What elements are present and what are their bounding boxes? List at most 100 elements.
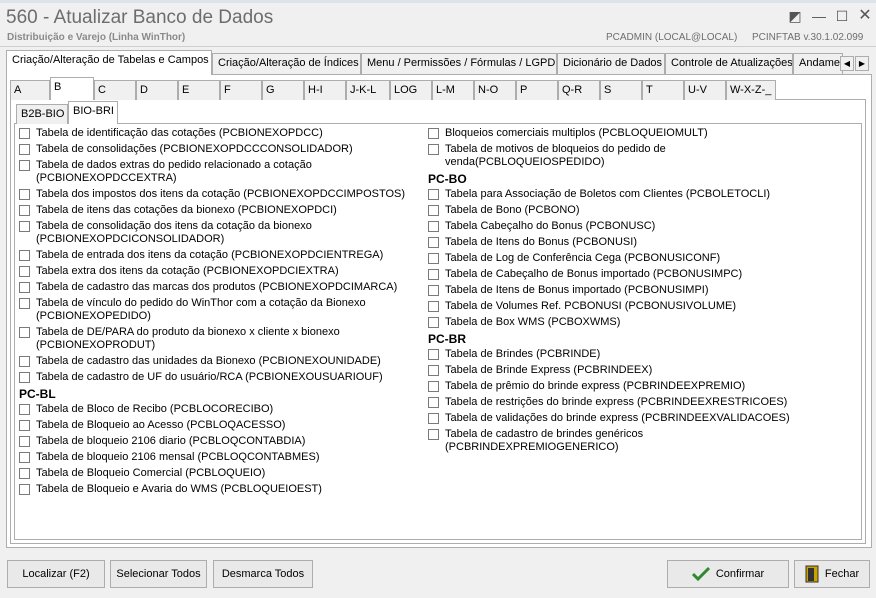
tab-letter-j-k-l[interactable]: J-K-L [346, 80, 390, 100]
checkbox[interactable] [428, 349, 439, 360]
list-item[interactable]: Tabela de Cabeçalho de Bonus importado (… [428, 268, 848, 281]
checkbox[interactable] [19, 189, 30, 200]
localizar-button[interactable]: Localizar (F2) [7, 560, 105, 588]
list-item[interactable]: Tabela de bloqueio 2106 mensal (PCBLOQCO… [19, 451, 419, 464]
checkbox[interactable] [428, 221, 439, 232]
checkbox[interactable] [428, 253, 439, 264]
checkbox[interactable] [19, 221, 30, 232]
list-item[interactable]: Tabela de DE/PARA do produto da bionexo … [19, 326, 419, 352]
checkbox[interactable] [19, 250, 30, 261]
tab-letter-l-m[interactable]: L-M [432, 80, 474, 100]
selecionar-todos-button[interactable]: Selecionar Todos [110, 560, 207, 588]
tab-controle-atualizacoes[interactable]: Controle de Atualizações [665, 53, 793, 74]
checkbox[interactable] [19, 452, 30, 463]
fechar-button[interactable]: Fechar [794, 560, 870, 588]
list-item[interactable]: Tabela de Brindes (PCBRINDE) [428, 348, 848, 361]
close-icon[interactable]: ✕ [856, 8, 874, 24]
tab-letter-g[interactable]: G [262, 80, 304, 100]
list-item[interactable]: Tabela de cadastro de UF do usuário/RCA … [19, 371, 419, 384]
list-item[interactable]: Tabela de restrições do brinde express (… [428, 396, 848, 409]
checkbox[interactable] [19, 484, 30, 495]
restore-icon[interactable]: ◩ [786, 8, 804, 24]
list-item[interactable]: Tabela de Bloqueio e Avaria do WMS (PCBL… [19, 483, 419, 496]
tab-letter-f[interactable]: F [220, 80, 262, 100]
checkbox[interactable] [428, 205, 439, 216]
list-item[interactable]: Tabela de motivos de bloqueios do pedido… [428, 143, 848, 169]
tab-letter-t[interactable]: T [642, 80, 684, 100]
tab-bio-bri[interactable]: BIO-BRI [68, 101, 118, 124]
list-item[interactable]: Tabela para Associação de Boletos com Cl… [428, 188, 848, 201]
list-item[interactable]: Tabela de cadastro das marcas dos produt… [19, 281, 419, 294]
tab-letter-p[interactable]: P [516, 80, 558, 100]
tab-andamento[interactable]: Andame [793, 53, 843, 74]
checkbox[interactable] [19, 160, 30, 171]
checkbox[interactable] [19, 266, 30, 277]
list-item[interactable]: Tabela Cabeçalho do Bonus (PCBONUSC) [428, 220, 848, 233]
checkbox[interactable] [19, 404, 30, 415]
list-item[interactable]: Tabela de Bloco de Recibo (PCBLOCORECIBO… [19, 403, 419, 416]
tab-letter-log[interactable]: LOG [390, 80, 432, 100]
list-item[interactable]: Tabela de identificação das cotações (PC… [19, 127, 419, 140]
checkbox[interactable] [19, 205, 30, 216]
confirmar-button[interactable]: Confirmar [667, 560, 789, 588]
list-item[interactable]: Tabela de Bloqueio ao Acesso (PCBLOQACES… [19, 419, 419, 432]
list-item[interactable]: Tabela de Itens do Bonus (PCBONUSI) [428, 236, 848, 249]
list-item[interactable]: Bloqueios comerciais multiplos (PCBLOQUE… [428, 127, 848, 140]
tab-criacao-indices[interactable]: Criação/Alteração de Índices [212, 53, 361, 74]
minimize-icon[interactable]: — [810, 8, 828, 24]
tab-letter-s[interactable]: S [600, 80, 642, 100]
tab-letter-u-v[interactable]: U-V [684, 80, 726, 100]
list-item[interactable]: Tabela de Itens de Bonus importado (PCBO… [428, 284, 848, 297]
list-item[interactable]: Tabela de Log de Conferência Cega (PCBON… [428, 252, 848, 265]
checkbox[interactable] [428, 429, 439, 440]
list-item[interactable]: Tabela de consolidação dos itens da cota… [19, 220, 419, 246]
checkbox[interactable] [428, 317, 439, 328]
list-item[interactable]: Tabela de Brinde Express (PCBRINDEEX) [428, 364, 848, 377]
checkbox[interactable] [19, 128, 30, 139]
tab-b2b-bio[interactable]: B2B-BIO [16, 104, 68, 124]
tab-letter-b[interactable]: B [50, 77, 94, 100]
tab-letter-d[interactable]: D [136, 80, 178, 100]
list-item[interactable]: Tabela de itens das cotações da bionexo … [19, 204, 419, 217]
checkbox[interactable] [428, 269, 439, 280]
list-item[interactable]: Tabela de Volumes Ref. PCBONUSI (PCBONUS… [428, 300, 848, 313]
desmarca-todos-button[interactable]: Desmarca Todos [213, 560, 313, 588]
list-item[interactable]: Tabela de Box WMS (PCBOXWMS) [428, 316, 848, 329]
checkbox[interactable] [428, 413, 439, 424]
list-item[interactable]: Tabela de cadastro das unidades da Bione… [19, 355, 419, 368]
list-item[interactable]: Tabela de Bono (PCBONO) [428, 204, 848, 217]
tab-letter-e[interactable]: E [178, 80, 220, 100]
list-item[interactable]: Tabela de consolidações (PCBIONEXOPDCCCO… [19, 143, 419, 156]
checkbox[interactable] [428, 144, 439, 155]
tab-dicionario-dados[interactable]: Dicionário de Dados [557, 53, 665, 74]
list-item[interactable]: Tabela dos impostos dos itens da cotação… [19, 188, 419, 201]
tab-scroll-right-icon[interactable]: ▶ [855, 56, 869, 71]
checkbox[interactable] [428, 285, 439, 296]
checkbox[interactable] [428, 301, 439, 312]
tab-criacao-tabelas[interactable]: Criação/Alteração de Tabelas e Campos [6, 50, 212, 75]
checkbox[interactable] [19, 468, 30, 479]
list-item[interactable]: Tabela de vínculo do pedido do WinThor c… [19, 297, 419, 323]
checkbox[interactable] [428, 237, 439, 248]
checkbox[interactable] [19, 298, 30, 309]
checkbox[interactable] [19, 420, 30, 431]
tab-menu-permissoes[interactable]: Menu / Permissões / Fórmulas / LGPD [361, 53, 557, 74]
checkbox[interactable] [19, 356, 30, 367]
list-item[interactable]: Tabela de prêmio do brinde express (PCBR… [428, 380, 848, 393]
checkbox[interactable] [428, 189, 439, 200]
tab-letter-w-x-z[interactable]: W-X-Z-_ [726, 80, 776, 100]
list-item[interactable]: Tabela de bloqueio 2106 diario (PCBLOQCO… [19, 435, 419, 448]
tab-scroll-left-icon[interactable]: ◀ [840, 56, 854, 71]
list-item[interactable]: Tabela de Bloqueio Comercial (PCBLOQUEIO… [19, 467, 419, 480]
list-item[interactable]: Tabela de validações do brinde express (… [428, 412, 848, 425]
list-item[interactable]: Tabela de entrada dos itens da cotação (… [19, 249, 419, 262]
maximize-icon[interactable]: ☐ [833, 8, 851, 24]
tab-letter-a[interactable]: A [10, 80, 50, 100]
checkbox[interactable] [19, 436, 30, 447]
checkbox[interactable] [19, 144, 30, 155]
checkbox[interactable] [428, 397, 439, 408]
list-item[interactable]: Tabela de cadastro de brindes genéricos … [428, 428, 848, 454]
tab-letter-n-o[interactable]: N-O [474, 80, 516, 100]
list-item[interactable]: Tabela de dados extras do pedido relacio… [19, 159, 419, 185]
checkbox[interactable] [428, 365, 439, 376]
